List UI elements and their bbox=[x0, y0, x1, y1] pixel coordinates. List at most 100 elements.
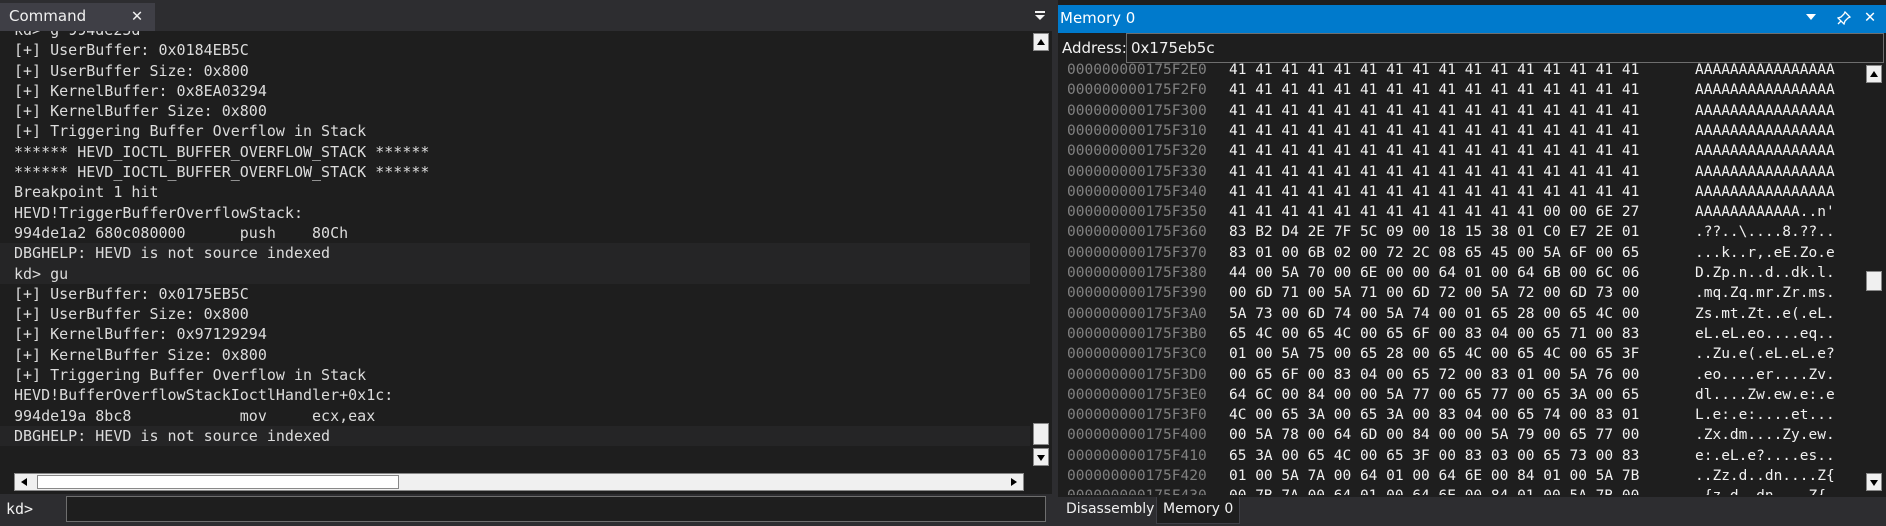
scroll-left-button[interactable] bbox=[15, 474, 33, 490]
bottom-tab-strip: Disassembly Memory 0 bbox=[1058, 497, 1886, 526]
command-output[interactable]: kd> g 994de25d[+] UserBuffer: 0x0184EB5C… bbox=[0, 31, 1030, 471]
scroll-down-button[interactable] bbox=[1866, 473, 1882, 491]
memory-ascii: .Zx.dm....Zy.ew. bbox=[1695, 427, 1835, 444]
scroll-up-button[interactable] bbox=[1866, 65, 1882, 83]
close-icon[interactable]: ✕ bbox=[127, 6, 147, 26]
memory-hex-bytes: 00 7B 7A 00 64 01 00 64 6E 00 84 01 00 5… bbox=[1229, 486, 1639, 495]
memory-address: 000000000175F3A0 bbox=[1067, 305, 1207, 322]
arrow-up-icon bbox=[1870, 71, 1878, 77]
memory-hex-bytes: 41 41 41 41 41 41 41 41 41 41 41 41 41 4… bbox=[1229, 163, 1640, 180]
memory-address: 000000000175F3C0 bbox=[1067, 346, 1207, 363]
address-input[interactable] bbox=[1126, 33, 1884, 63]
memory-ascii: e:.eL.e?....es.. bbox=[1695, 447, 1835, 464]
memory-address: 000000000175F360 bbox=[1067, 224, 1207, 241]
memory-ascii: D.Zp.n..d..dk.l. bbox=[1695, 265, 1835, 281]
memory-ascii: AAAAAAAAAAAA..n' bbox=[1695, 204, 1835, 221]
memory-hex-bytes: 83 01 00 6B 02 00 72 2C 08 65 45 00 5A 6… bbox=[1229, 244, 1640, 261]
command-prompt: kd> bbox=[6, 500, 34, 518]
memory-vertical-scrollbar[interactable] bbox=[1864, 63, 1884, 495]
command-output-line: [+] UserBuffer: 0x0184EB5C bbox=[14, 41, 249, 60]
scroll-up-button[interactable] bbox=[1033, 33, 1049, 51]
memory-ascii: L.e:.e:....et... bbox=[1695, 407, 1835, 424]
memory-hex-bytes: 83 B2 D4 2E 7F 5C 09 00 18 15 38 01 C0 E… bbox=[1229, 224, 1640, 241]
memory-address: 000000000175F410 bbox=[1067, 447, 1207, 464]
memory-hex-bytes: 5A 73 00 6D 74 00 5A 74 00 01 65 28 00 6… bbox=[1229, 305, 1640, 322]
tab-command[interactable]: Command ✕ bbox=[0, 3, 155, 31]
memory-ascii: ..Zz.d..dn....Z{ bbox=[1695, 468, 1835, 484]
command-output-line: [+] UserBuffer: 0x0175EB5C bbox=[14, 284, 249, 303]
command-tab-strip: Command ✕ bbox=[0, 0, 1052, 31]
memory-hex-bytes: 41 41 41 41 41 41 41 41 41 41 41 41 41 4… bbox=[1229, 63, 1640, 78]
command-output-line: [+] Triggering Buffer Overflow in Stack bbox=[14, 366, 367, 385]
command-horizontal-scrollbar[interactable] bbox=[0, 471, 1052, 493]
pin-icon[interactable] bbox=[1834, 8, 1854, 28]
memory-ascii: ..Zu.e(.eL.eL.e? bbox=[1695, 346, 1835, 363]
memory-ascii: AAAAAAAAAAAAAAAA bbox=[1695, 102, 1835, 119]
memory-ascii: AAAAAAAAAAAAAAAA bbox=[1695, 122, 1835, 139]
window-menu-icon[interactable] bbox=[1032, 7, 1048, 23]
memory-ascii: AAAAAAAAAAAAAAAA bbox=[1695, 63, 1835, 78]
memory-ascii: .??..\....8.??.. bbox=[1695, 224, 1835, 241]
memory-hex-bytes: 4C 00 65 3A 00 65 3A 00 83 04 00 65 74 0… bbox=[1229, 407, 1640, 424]
memory-hex-bytes: 64 6C 00 84 00 00 5A 77 00 65 77 00 65 3… bbox=[1229, 386, 1640, 403]
command-output-line: ****** HEVD_IOCTL_BUFFER_OVERFLOW_STACK … bbox=[14, 142, 430, 161]
close-icon[interactable]: ✕ bbox=[1860, 7, 1880, 27]
memory-hex-bytes: 41 41 41 41 41 41 41 41 41 41 41 41 41 4… bbox=[1229, 143, 1640, 160]
memory-address: 000000000175F380 bbox=[1067, 265, 1207, 281]
command-output-line: HEVD!BufferOverflowStackIoctlHandler+0x1… bbox=[14, 386, 394, 405]
memory-address: 000000000175F430 bbox=[1067, 486, 1207, 495]
command-output-line: [+] KernelBuffer: 0x8EA03294 bbox=[14, 81, 267, 100]
scroll-down-button[interactable] bbox=[1033, 448, 1049, 466]
command-input[interactable] bbox=[66, 496, 1046, 522]
command-output-line: [+] UserBuffer Size: 0x800 bbox=[14, 305, 249, 324]
arrow-down-icon bbox=[1037, 455, 1045, 461]
command-output-line: kd> g 994de25d bbox=[0, 31, 1030, 40]
hscroll-thumb[interactable] bbox=[37, 475, 399, 489]
memory-address: 000000000175F340 bbox=[1067, 183, 1207, 200]
memory-ascii: AAAAAAAAAAAAAAAA bbox=[1695, 143, 1835, 160]
memory-hex-bytes: 41 41 41 41 41 41 41 41 41 41 41 41 41 4… bbox=[1229, 122, 1640, 139]
command-output-line: kd> gu bbox=[0, 263, 1030, 284]
memory-address: 000000000175F320 bbox=[1067, 143, 1207, 160]
command-vertical-scrollbar[interactable] bbox=[1030, 31, 1052, 471]
memory-hex-bytes: 01 00 5A 75 00 65 28 00 65 4C 00 65 4C 0… bbox=[1229, 346, 1640, 363]
memory-hex-bytes: 65 4C 00 65 4C 00 65 6F 00 83 04 00 65 7… bbox=[1229, 325, 1640, 342]
command-output-line: ****** HEVD_IOCTL_BUFFER_OVERFLOW_STACK … bbox=[14, 163, 430, 182]
memory-hex-bytes: 41 41 41 41 41 41 41 41 41 41 41 41 00 0… bbox=[1229, 204, 1640, 221]
scroll-thumb[interactable] bbox=[1033, 423, 1049, 445]
command-output-line: Breakpoint 1 hit bbox=[14, 183, 159, 202]
scroll-thumb[interactable] bbox=[1866, 271, 1882, 291]
address-label: Address: bbox=[1062, 39, 1127, 57]
memory-address: 000000000175F400 bbox=[1067, 427, 1207, 444]
memory-address: 000000000175F390 bbox=[1067, 285, 1207, 302]
memory-address: 000000000175F310 bbox=[1067, 122, 1207, 139]
address-row: Address: bbox=[1058, 33, 1886, 63]
command-input-row: kd> bbox=[0, 494, 1052, 526]
command-output-line: [+] KernelBuffer: 0x97129294 bbox=[14, 325, 267, 344]
arrow-left-icon bbox=[21, 478, 27, 486]
memory-address: 000000000175F2E0 bbox=[1067, 63, 1207, 78]
tab-memory-0[interactable]: Memory 0 bbox=[1156, 497, 1241, 524]
memory-view[interactable]: 000000000175F2E0 41 41 41 41 41 41 41 41 … bbox=[1058, 63, 1861, 495]
memory-hex-bytes: 65 3A 00 65 4C 00 65 3F 00 83 03 00 65 7… bbox=[1229, 447, 1640, 464]
memory-hex-bytes: 00 6D 71 00 5A 71 00 6D 72 00 5A 72 00 6… bbox=[1229, 285, 1640, 302]
command-output-line: [+] Triggering Buffer Overflow in Stack bbox=[14, 122, 367, 141]
memory-address: 000000000175F3E0 bbox=[1067, 386, 1207, 403]
memory-title-bar[interactable]: Memory 0 ✕ bbox=[1058, 5, 1886, 33]
memory-ascii: .{z.d..dn....Z{. bbox=[1695, 486, 1835, 495]
memory-hex-bytes: 41 41 41 41 41 41 41 41 41 41 41 41 41 4… bbox=[1229, 102, 1640, 119]
command-output-line: 994de19a 8bc8 mov ecx,eax bbox=[14, 406, 376, 425]
memory-ascii: AAAAAAAAAAAAAAAA bbox=[1695, 82, 1835, 99]
command-output-line: [+] UserBuffer Size: 0x800 bbox=[14, 61, 249, 80]
chevron-down-icon[interactable] bbox=[1806, 14, 1816, 20]
memory-hex-bytes: 41 41 41 41 41 41 41 41 41 41 41 41 41 4… bbox=[1229, 183, 1640, 200]
memory-ascii: eL.eL.eo....eq.. bbox=[1695, 325, 1835, 342]
memory-ascii: AAAAAAAAAAAAAAAA bbox=[1695, 183, 1835, 200]
tab-disassembly[interactable]: Disassembly bbox=[1060, 497, 1160, 523]
arrow-right-icon bbox=[1011, 478, 1017, 486]
command-output-line: DBGHELP: HEVD is not source indexed bbox=[0, 243, 1030, 264]
memory-ascii: .eo....er....Zv. bbox=[1695, 366, 1835, 383]
scroll-right-button[interactable] bbox=[1005, 474, 1023, 490]
hscroll-track[interactable] bbox=[14, 473, 1024, 491]
memory-hex-bytes: 01 00 5A 7A 00 64 01 00 64 6E 00 84 01 0… bbox=[1229, 468, 1640, 484]
